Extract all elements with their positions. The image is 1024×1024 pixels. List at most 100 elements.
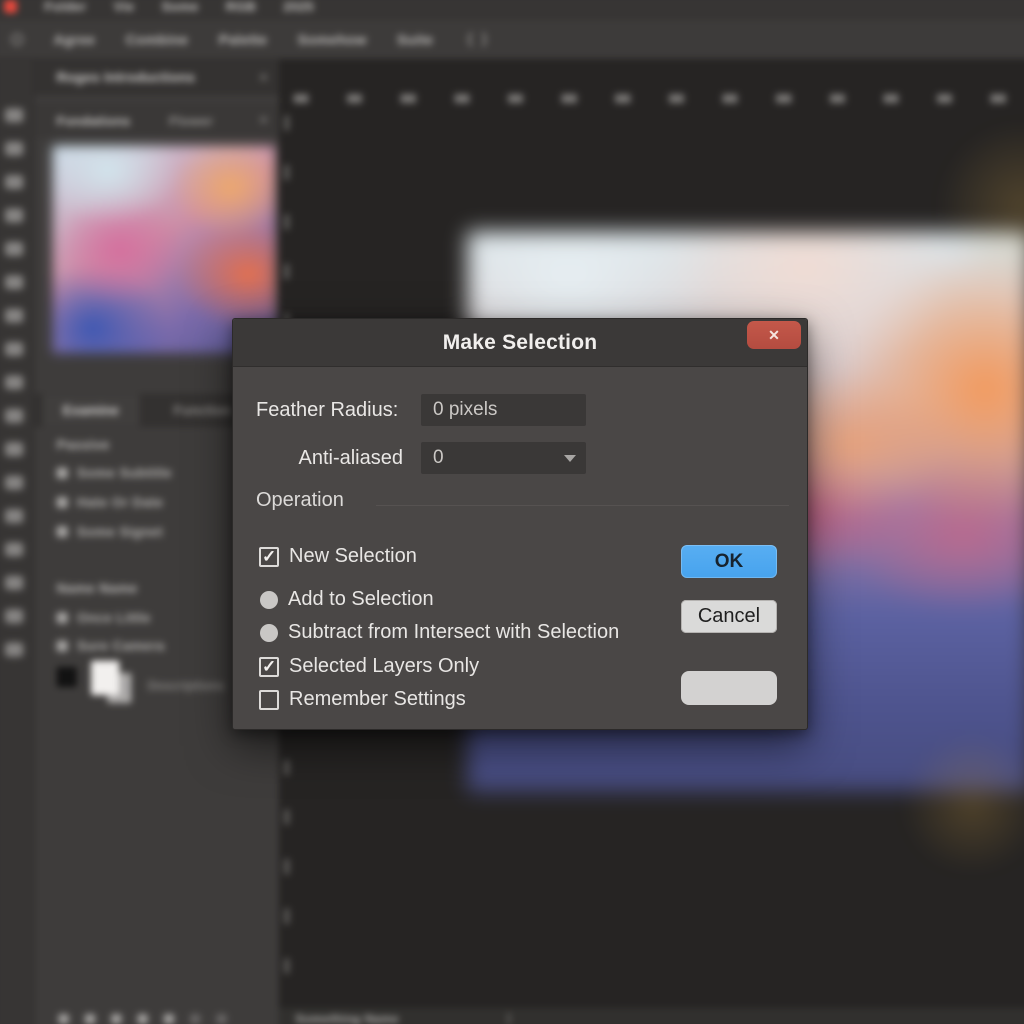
option-subtract-intersect[interactable]: Subtract from Intersect with Selection: [259, 621, 619, 644]
option-selected-layers-only[interactable]: Selected Layers Only: [259, 655, 479, 678]
dialog-title-bar[interactable]: Make Selection ✕: [233, 319, 807, 367]
document-tabs: Fondations Flower ✕: [34, 103, 279, 137]
option-remember-settings[interactable]: Remember Settings: [259, 688, 466, 711]
menu-item[interactable]: RGB: [226, 0, 256, 14]
radio-icon[interactable]: [260, 591, 278, 609]
item-icon: [57, 612, 68, 623]
tool-icon[interactable]: [4, 442, 22, 456]
option-add-to-selection[interactable]: Add to Selection: [259, 588, 434, 611]
item-label: Hate Or Date: [77, 495, 163, 510]
panel-list-item[interactable]: Sure Camera: [57, 639, 165, 654]
footer-icon[interactable]: [190, 1014, 200, 1024]
item-icon: [57, 497, 68, 508]
radio-icon[interactable]: [260, 624, 278, 642]
close-icon[interactable]: ✕: [258, 112, 269, 128]
tool-preset-icon[interactable]: [11, 33, 23, 45]
section-divider: [376, 505, 789, 506]
menu-item[interactable]: Some: [162, 0, 199, 14]
options-bar-item[interactable]: Combine: [126, 31, 189, 47]
dialog-close-button[interactable]: ✕: [747, 321, 801, 349]
panel-list-item[interactable]: Some Signet: [57, 524, 163, 539]
chevron-down-icon: [564, 455, 576, 462]
tool-icon[interactable]: [4, 309, 22, 323]
checkbox-checked-icon[interactable]: [259, 657, 279, 677]
option-new-selection[interactable]: New Selection: [259, 545, 417, 568]
tool-icon[interactable]: [4, 542, 22, 556]
panel-tab[interactable]: Examine: [42, 394, 139, 427]
footer-icon[interactable]: [59, 1014, 69, 1024]
tool-icon[interactable]: [4, 142, 22, 156]
anti-aliased-dropdown[interactable]: 0: [421, 442, 586, 474]
item-label: Some Signet: [77, 524, 163, 539]
panel-header-title: Roges Introductions: [57, 70, 196, 85]
item-label: Once Little: [77, 610, 151, 625]
status-bar: Something Name: [279, 1008, 1024, 1024]
footer-icon[interactable]: [164, 1014, 174, 1024]
panel-section-title: Passive: [57, 437, 110, 452]
tool-options-bar: Agree Combine Palette Somehow Suite (): [0, 19, 1024, 59]
feather-radius-label: Feather Radius:: [256, 394, 398, 426]
window-control-red-icon[interactable]: [4, 0, 17, 13]
layers-icon[interactable]: [91, 661, 119, 695]
status-divider: [508, 1013, 510, 1024]
tool-icon[interactable]: [4, 609, 22, 623]
tool-icon[interactable]: [4, 242, 22, 256]
checkbox-checked-icon[interactable]: [259, 547, 279, 567]
ok-button[interactable]: OK: [681, 545, 777, 578]
tool-icon[interactable]: [4, 275, 22, 289]
tool-icon[interactable]: [4, 509, 22, 523]
tool-icon[interactable]: [4, 175, 22, 189]
item-label: Some Subtitle: [77, 465, 172, 480]
foreground-color-swatch[interactable]: [57, 667, 77, 687]
close-icon[interactable]: ✕: [258, 69, 269, 85]
tool-icon[interactable]: [4, 476, 22, 490]
panel-header: Roges Introductions ✕: [34, 60, 279, 95]
doc-tab[interactable]: Flower: [169, 113, 213, 128]
tool-icon[interactable]: [4, 208, 22, 222]
option-label: Subtract from Intersect with Selection: [288, 621, 619, 644]
anti-aliased-label: Anti-aliased: [256, 442, 403, 474]
options-bar-item[interactable]: Suite: [397, 31, 433, 47]
option-label: Selected Layers Only: [289, 655, 479, 678]
option-label: New Selection: [289, 545, 417, 568]
footer-icon[interactable]: [216, 1014, 226, 1024]
close-icon: ✕: [768, 328, 780, 342]
checkbox-unchecked-icon[interactable]: [259, 690, 279, 710]
panel-list-item[interactable]: Once Little: [57, 610, 151, 625]
options-bar-item[interactable]: Palette: [219, 31, 268, 47]
option-label: Remember Settings: [289, 688, 466, 711]
menu-item[interactable]: Vie: [114, 0, 134, 14]
app-window: Folder Vie Some RGB 2025 Agree Combine P…: [0, 0, 1024, 1024]
tool-icon[interactable]: [4, 643, 22, 657]
item-icon: [57, 526, 68, 537]
item-icon: [57, 641, 68, 652]
tool-icon[interactable]: [4, 342, 22, 356]
doc-tab[interactable]: Fondations: [57, 113, 131, 128]
footer-icon[interactable]: [111, 1014, 121, 1024]
dialog-title: Make Selection: [233, 319, 807, 367]
tool-icon[interactable]: [4, 409, 22, 423]
menu-item[interactable]: 2025: [283, 0, 313, 14]
option-label: Add to Selection: [288, 588, 434, 611]
cancel-button[interactable]: Cancel: [681, 600, 777, 633]
horizontal-ruler: [293, 94, 1024, 103]
tool-icon[interactable]: [4, 108, 22, 122]
panel-list-item[interactable]: Some Subtitle: [57, 465, 172, 480]
swatch-label: Descriptions: [148, 679, 225, 693]
feather-radius-input[interactable]: [421, 394, 586, 426]
item-label: Sure Camera: [77, 639, 165, 654]
unlabeled-button[interactable]: [681, 671, 777, 705]
footer-icon[interactable]: [85, 1014, 95, 1024]
footer-icon[interactable]: [138, 1014, 148, 1024]
make-selection-dialog: Make Selection ✕ Feather Radius: Anti-al…: [232, 318, 808, 730]
options-bar-item[interactable]: Agree: [54, 31, 96, 47]
menu-item[interactable]: Folder: [44, 0, 86, 14]
panel-list-item[interactable]: Hate Or Date: [57, 495, 164, 510]
menu-bar: Folder Vie Some RGB 2025: [0, 0, 1024, 19]
panel-footer-icons: [59, 1014, 227, 1024]
status-text: Something Name: [295, 1012, 398, 1024]
options-bar-item[interactable]: Somehow: [298, 31, 367, 47]
tool-icon[interactable]: [4, 375, 22, 389]
bracket-icons: (): [468, 30, 487, 47]
tool-icon[interactable]: [4, 576, 22, 590]
